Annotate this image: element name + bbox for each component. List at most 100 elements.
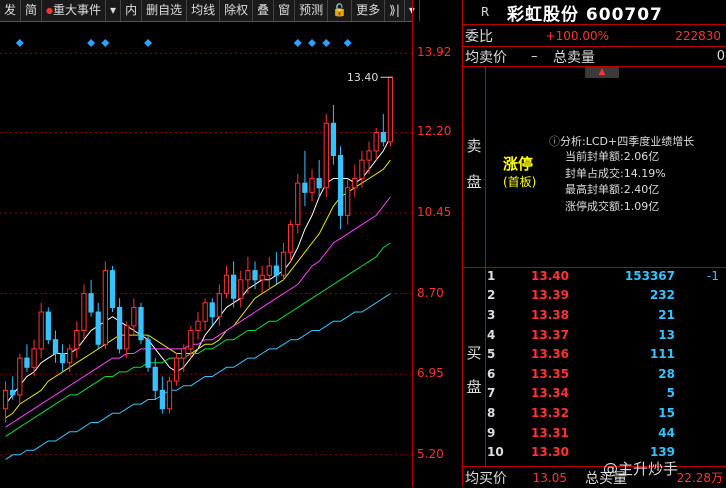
candle [138,306,144,341]
ma-line-3 [5,242,391,437]
candle [74,329,80,350]
event-marker-icon [293,39,302,47]
candle [38,311,44,350]
buy-row[interactable]: 1 13.40 153367 -1 [485,266,726,286]
candle [131,306,137,327]
toolbar-item-5[interactable]: 删自选 [142,0,188,21]
event-marker-icon [144,39,153,47]
buy-price: 13.36 [531,347,569,362]
toolbar-item-8[interactable]: 叠 [253,0,275,21]
candle [45,311,51,341]
candle [24,357,30,368]
event-marker-icon [101,39,110,47]
candle [181,348,187,359]
candle [238,279,244,299]
candle [102,270,108,345]
toolbar-item-10[interactable]: 预测 [295,0,329,21]
buy-row[interactable]: 8 13.32 15 [485,403,726,423]
candle [173,357,180,382]
candle [17,357,23,396]
candle [366,150,372,161]
candle [166,380,173,410]
toolbar-item-12[interactable]: 更多 [352,0,386,21]
buy-price: 13.38 [531,307,569,322]
buy-level: 2 [487,288,496,303]
first-board-badge: (首板) [503,175,537,189]
buy-volume: 153367 [624,268,675,283]
toolbar-item-6[interactable]: 均线 [187,0,221,21]
buy-row[interactable]: 6 13.35 28 [485,364,726,384]
avg-sell-value: – [531,49,538,64]
toolbar-item-9[interactable]: 窗 [274,0,296,21]
candle [352,178,358,189]
y-tick-label: 5.20 [417,446,444,461]
buy-volume: 44 [658,425,675,440]
toolbar-item-0[interactable]: 发 [0,0,22,21]
event-marker-icon [322,39,331,47]
buy-volume: 21 [658,307,675,322]
candle [209,302,215,318]
toolbar-item-3[interactable]: ▾ [106,0,122,21]
candle [316,178,322,189]
candle [295,182,301,226]
buy-price: 13.40 [531,268,569,283]
buy-price: 13.39 [531,288,569,303]
sell-side-label-1: 卖 [466,137,482,155]
buy-row[interactable]: 9 13.31 44 [485,423,726,443]
stock-name: 彩虹股份 600707 [507,4,663,25]
toolbar-item-11[interactable]: 🔓 [328,0,353,21]
buy-price: 13.32 [531,405,569,420]
candle [67,348,73,364]
buy-volume: 13 [658,327,675,342]
candle [323,122,329,189]
toolbar-item-1[interactable]: 简 [21,0,43,21]
weibi-label: 委比 [465,28,493,45]
buy-side-label-2: 盘 [466,378,482,396]
candle [266,265,272,276]
avg-buy-label: 均买价 [465,470,507,487]
candle [195,320,201,331]
candle [145,339,151,368]
y-tick-label: 12.20 [417,124,452,139]
analysis-line: 封单占成交:14.19% [565,166,666,180]
avg-sell-row: 均卖价 – 总卖量 0 [463,47,726,66]
toolbar-item-13[interactable]: ⟫| [385,0,405,21]
buy-row[interactable]: 4 13.37 13 [485,325,726,345]
buy-level: 1 [487,268,496,283]
analysis-line: 涨停成交额:1.09亿 [565,199,660,213]
ma-line-1 [5,159,391,419]
buy-row[interactable]: 3 13.38 21 [485,305,726,325]
info-icon: ⓘ [549,135,560,148]
buy-level: 6 [487,366,496,381]
candle [288,224,294,253]
buy-level: 7 [487,386,496,401]
buy-level: 8 [487,405,496,420]
candle [387,76,394,143]
analysis-title: ⓘ分析:LCD+四季度业绩增长 [549,135,695,148]
candle [59,352,66,364]
buy-row[interactable]: 7 13.34 5 [485,384,726,404]
buy-level: 10 [487,445,504,460]
buy-volume: 5 [666,386,675,401]
candle [309,178,315,193]
candle [359,159,365,180]
y-tick-label: 13.92 [417,45,452,60]
toolbar-item-2[interactable]: ●重大事件 [42,0,107,21]
toolbar-item-7[interactable]: 除权 [220,0,254,21]
toolbar-item-4[interactable]: 内 [121,0,143,21]
watermark: @主升炒手 [603,460,679,478]
kline-chart[interactable]: 13.40 [0,22,412,487]
avg-buy-value: 13.05 [532,470,567,485]
total-sell-value: 0 [716,49,725,64]
buy-row[interactable]: 2 13.39 232 [485,286,726,306]
buy-row[interactable]: 5 13.36 111 [485,344,726,364]
candle [116,306,123,350]
candle [95,311,101,345]
buy-level: 3 [487,307,496,322]
buy-table: 1 13.40 153367 -1 2 13.39 232 3 13.38 21 4 13.37 13 5… [485,266,726,462]
weibi-count: 222830 [675,28,721,43]
sell-side-label-2: 盘 [466,173,482,191]
analysis-line: 当前封单额:2.06亿 [565,150,660,163]
buy-price: 13.31 [531,425,569,440]
buy-price: 13.35 [531,366,569,381]
